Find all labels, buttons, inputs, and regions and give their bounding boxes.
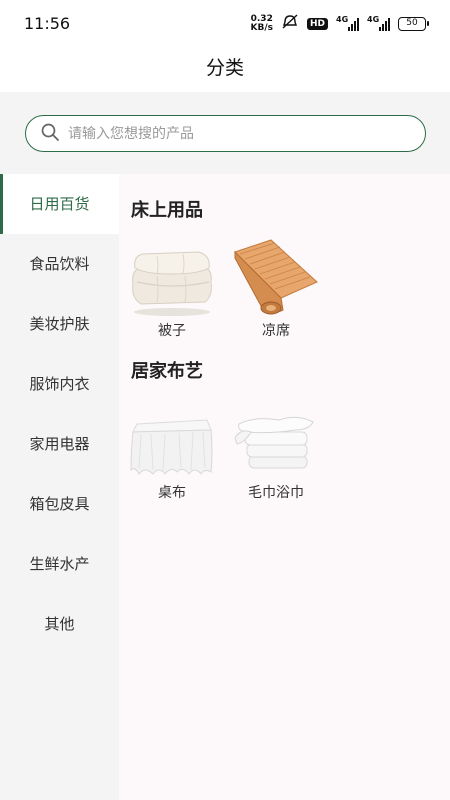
- towels-image: [231, 408, 321, 480]
- sidebar-item-appliances[interactable]: 家用电器: [0, 414, 119, 474]
- network-speed: 0.32 KB/s: [250, 14, 273, 33]
- sidebar-item-bags[interactable]: 箱包皮具: [0, 474, 119, 534]
- mute-icon: [281, 14, 299, 33]
- sidebar-item-food-drinks[interactable]: 食品饮料: [0, 234, 119, 294]
- product-tablecloth[interactable]: 桌布: [127, 408, 217, 502]
- section-title-home-textiles: 居家布艺: [131, 361, 203, 382]
- sidebar-item-label: 家用电器: [29, 435, 90, 453]
- search-box[interactable]: [25, 115, 426, 152]
- sidebar-item-daily-goods[interactable]: 日用百货: [0, 174, 119, 234]
- sidebar-item-other[interactable]: 其他: [0, 594, 119, 654]
- sidebar-item-label: 食品饮料: [29, 255, 90, 273]
- sidebar-item-beauty[interactable]: 美妆护肤: [0, 294, 119, 354]
- sidebar-item-fresh-seafood[interactable]: 生鲜水产: [0, 534, 119, 594]
- hd-badge: HD: [306, 17, 328, 30]
- product-towels[interactable]: 毛巾浴巾: [231, 408, 321, 502]
- product-label: 凉席: [262, 323, 290, 339]
- network-type-1: 4G: [336, 14, 349, 24]
- search-icon: [40, 122, 60, 146]
- sidebar-item-label: 日用百货: [29, 195, 90, 213]
- category-sidebar: 日用百货 食品饮料 美妆护肤 服饰内衣 家用电器 箱包皮具 生鲜水产 其他: [0, 174, 119, 800]
- product-quilt[interactable]: 被子: [127, 246, 217, 340]
- search-input[interactable]: [68, 125, 398, 142]
- sidebar-item-label: 美妆护肤: [29, 315, 90, 333]
- quilt-image: [127, 246, 217, 318]
- sidebar-item-label: 生鲜水产: [29, 555, 90, 573]
- search-bar: [0, 92, 450, 174]
- signal-icon: 4G: [336, 14, 359, 31]
- status-icons: 0.32 KB/s HD 4G 4G 50: [250, 14, 429, 33]
- sidebar-item-apparel[interactable]: 服饰内衣: [0, 354, 119, 414]
- sidebar-item-label: 服饰内衣: [29, 375, 90, 393]
- bamboo-mat-image: [231, 236, 321, 318]
- signal-icon-2: 4G: [367, 14, 390, 31]
- product-label: 被子: [158, 323, 186, 339]
- status-time: 11:56: [24, 14, 71, 33]
- category-content: 床上用品 被子 凉席 居家布艺 桌布 毛巾浴巾: [119, 174, 450, 800]
- product-label: 毛巾浴巾: [248, 485, 304, 501]
- battery-icon: 50: [398, 16, 429, 31]
- section-title-bedding: 床上用品: [131, 200, 203, 221]
- network-speed-unit: KB/s: [250, 22, 273, 33]
- tablecloth-image: [127, 408, 217, 480]
- network-type-2: 4G: [367, 14, 380, 24]
- status-bar: 11:56 0.32 KB/s HD 4G 4G 50: [0, 0, 450, 48]
- product-label: 桌布: [158, 485, 186, 501]
- sidebar-item-label: 其他: [44, 615, 75, 633]
- product-bamboo-mat[interactable]: 凉席: [231, 236, 321, 340]
- sidebar-item-label: 箱包皮具: [29, 495, 90, 513]
- page-title: 分类: [0, 48, 450, 92]
